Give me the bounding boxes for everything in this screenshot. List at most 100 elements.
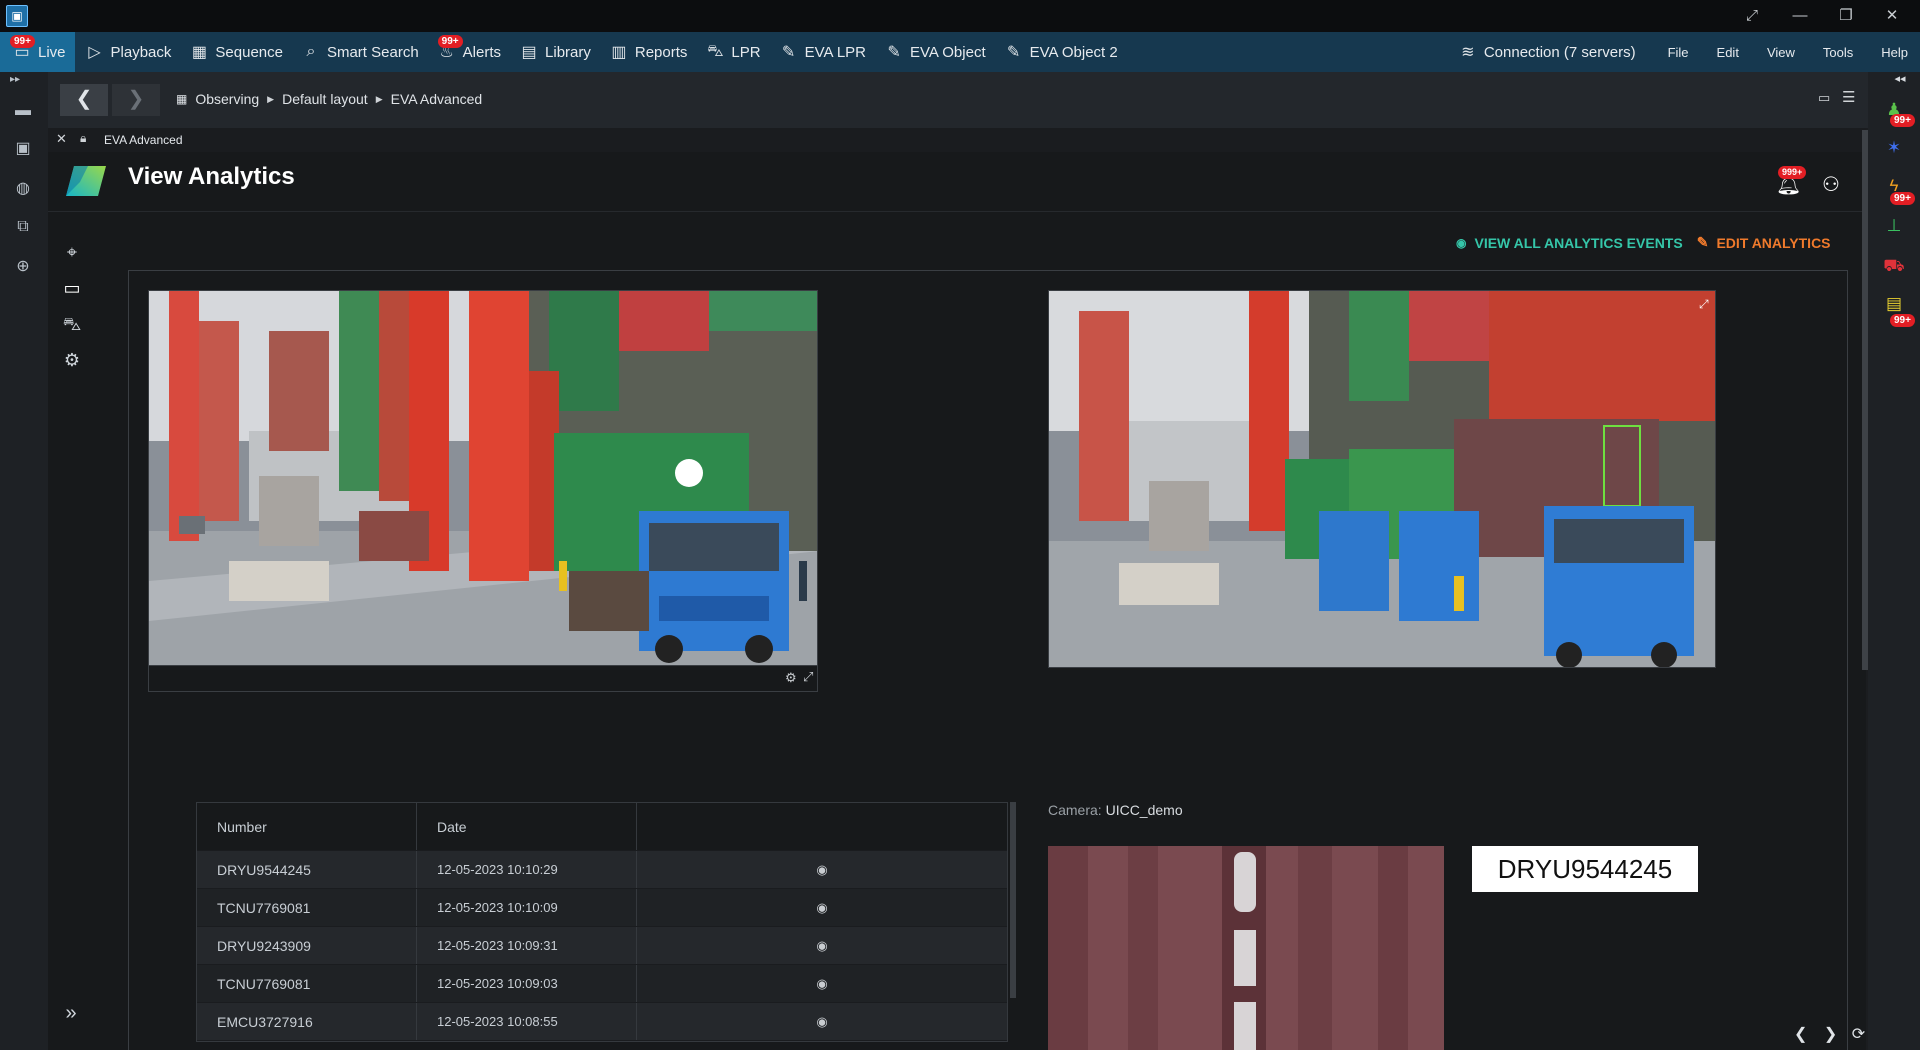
menu-help[interactable]: Help: [1867, 45, 1920, 60]
edit-icon: ✎: [887, 44, 901, 61]
camera-list-icon[interactable]: ▣: [10, 138, 36, 160]
expand-rail-icon[interactable]: ▸▸: [2, 74, 28, 96]
video-settings-icon[interactable]: ⚙: [785, 670, 797, 686]
menu-alerts[interactable]: ♨ 99+ Alerts: [428, 32, 510, 72]
port-scene-image: [149, 291, 817, 665]
col-date-header[interactable]: Date: [417, 803, 637, 850]
reports-icon: ▥: [611, 44, 627, 61]
connection-label: Connection (7 servers): [1483, 43, 1636, 61]
fullscreen-button[interactable]: ⤢: [1732, 4, 1772, 28]
col-number-header[interactable]: Number: [197, 803, 417, 850]
person-badge: 99+: [1890, 114, 1915, 127]
table-scrollbar[interactable]: [1010, 802, 1016, 998]
main-scrollbar[interactable]: [1862, 130, 1868, 670]
vehicle-icon[interactable]: ⛟: [1882, 256, 1906, 280]
view-all-analytics-events-link[interactable]: ◉ VIEW ALL ANALYTICS EVENTS: [1456, 235, 1683, 251]
menu-library[interactable]: ▤ Library: [510, 32, 600, 72]
table-row[interactable]: TCNU7769081 12-05-2023 10:10:09 ◉: [197, 889, 1007, 927]
live-video-feed[interactable]: [148, 290, 818, 666]
back-button[interactable]: ❮: [60, 84, 108, 116]
menu-eva-lpr[interactable]: ✎ EVA LPR: [770, 32, 875, 72]
collapse-rail-icon[interactable]: ◂◂: [1888, 72, 1912, 96]
menu-lpr-label: LPR: [731, 43, 761, 61]
view-eye-icon[interactable]: ◉: [637, 889, 1007, 926]
crumb-default-layout[interactable]: Default layout: [282, 91, 368, 107]
menu-reports[interactable]: ▥ Reports: [600, 32, 697, 72]
view-eye-icon[interactable]: ◉: [637, 927, 1007, 964]
globe-icon[interactable]: ◍: [10, 178, 36, 200]
plate-crop-picture: [1048, 846, 1444, 1050]
user-account-icon[interactable]: ⚇: [1822, 172, 1840, 197]
crumb-observing[interactable]: Observing: [195, 91, 259, 107]
menu-lpr[interactable]: ⛍ LPR: [696, 32, 769, 72]
bus-nav-icon[interactable]: ▭: [61, 278, 83, 300]
menu-view[interactable]: View: [1753, 45, 1809, 60]
camera-name: UICC_demo: [1105, 802, 1183, 818]
video-toolbar: ⚙ ⤢: [148, 666, 818, 692]
menu-eva-object[interactable]: ✎ EVA Object: [875, 32, 995, 72]
menu-playback[interactable]: ▷ Playback: [75, 32, 181, 72]
layouts-icon[interactable]: ⧉: [10, 218, 36, 240]
forward-button[interactable]: ❯: [112, 84, 160, 116]
col-action-header: [637, 803, 1007, 850]
table-row[interactable]: DRYU9243909 12-05-2023 10:09:31 ◉: [197, 927, 1007, 965]
view-eye-icon[interactable]: ◉: [637, 1003, 1007, 1040]
edit-analytics-link[interactable]: ✎ EDIT ANALYTICS: [1697, 234, 1831, 251]
layout-switch-icon[interactable]: ▭: [1818, 90, 1830, 106]
menu-eva-object-2[interactable]: ✎ EVA Object 2: [995, 32, 1127, 72]
crumb-eva-advanced[interactable]: EVA Advanced: [391, 91, 483, 107]
analytics-content: View Analytics 🔔︎ 999+ ⚇ ⌖ ▭ ⛍ ⚙ » ◉ VIE…: [48, 152, 1866, 1050]
app-header: View Analytics 🔔︎ 999+ ⚇: [48, 152, 1866, 212]
tab-close-button[interactable]: ✕: [56, 131, 67, 147]
menu-eva-lpr-label: EVA LPR: [804, 43, 867, 61]
star-icon[interactable]: ✶: [1882, 138, 1906, 162]
pencil-icon: ✎: [1696, 234, 1709, 250]
video-fullscreen-icon[interactable]: ⤢: [803, 669, 813, 685]
menu-file[interactable]: File: [1654, 45, 1703, 60]
web-icon[interactable]: ⊕: [10, 256, 36, 278]
panel-tab-strip: ✕ 🔒︎ EVA Advanced: [48, 128, 1866, 152]
refresh-icon[interactable]: ⟳: [1852, 1026, 1865, 1043]
breadcrumb: ▦ Observing ▶ Default layout ▶ EVA Advan…: [176, 91, 482, 107]
server-icon[interactable]: ▬: [10, 102, 36, 124]
connection-button[interactable]: ≋ Connection (7 servers): [1449, 32, 1654, 72]
minimize-button[interactable]: —: [1780, 4, 1820, 28]
menu-eva-object-2-label: EVA Object 2: [1029, 43, 1118, 61]
view-eye-icon[interactable]: ◉: [637, 851, 1007, 888]
list-menu-icon[interactable]: ☰: [1842, 88, 1855, 106]
restore-button[interactable]: ❐: [1826, 4, 1866, 28]
next-page-icon[interactable]: ❯: [1824, 1026, 1837, 1043]
crosshair-icon[interactable]: ⌖: [61, 242, 83, 264]
close-window-button[interactable]: ✕: [1872, 4, 1912, 28]
menu-smart-search[interactable]: ⌕ Smart Search: [292, 32, 428, 72]
car-icon: ⛍: [707, 43, 724, 60]
menu-live[interactable]: ▭ 99+ Live: [0, 32, 75, 72]
table-row[interactable]: EMCU3727916 12-05-2023 10:08:55 ◉: [197, 1003, 1007, 1041]
table-header: Number Date: [197, 803, 1007, 851]
barrier-icon[interactable]: ⊥: [1882, 216, 1906, 240]
smart-search-icon: ⌕: [306, 43, 316, 60]
event-snapshot[interactable]: ⤢: [1048, 290, 1716, 668]
prev-page-icon[interactable]: ❮: [1794, 1026, 1807, 1043]
table-row[interactable]: TCNU7769081 12-05-2023 10:09:03 ◉: [197, 965, 1007, 1003]
table-row[interactable]: DRYU9544245 12-05-2023 10:10:29 ◉: [197, 851, 1007, 889]
app-logo-icon: ▣: [6, 5, 28, 27]
left-rail: ▸▸ ▬ ▣ ◍ ⧉ ⊕: [0, 72, 48, 1050]
view-all-label: VIEW ALL ANALYTICS EVENTS: [1474, 234, 1683, 251]
plate-number: TCNU7769081: [197, 889, 417, 926]
menu-reports-label: Reports: [634, 43, 688, 61]
menu-tools[interactable]: Tools: [1809, 45, 1867, 60]
settings-gear-icon[interactable]: ⚙: [61, 350, 83, 372]
edit-analytics-label: EDIT ANALYTICS: [1716, 234, 1831, 251]
event-date: 12-05-2023 10:08:55: [417, 1003, 637, 1040]
menu-sequence[interactable]: ▦ Sequence: [180, 32, 292, 72]
snapshot-fullscreen-icon[interactable]: ⤢: [1699, 297, 1709, 312]
main-menu-bar: ▭ 99+ Live ▷ Playback ▦ Sequence ⌕ Smart…: [0, 32, 1920, 72]
view-eye-icon[interactable]: ◉: [637, 965, 1007, 1002]
car-nav-icon[interactable]: ⛍: [61, 314, 83, 336]
edit-icon: ✎: [1006, 44, 1021, 61]
plate-number: DRYU9243909: [197, 927, 417, 964]
expand-nav-icon[interactable]: »: [60, 1002, 82, 1024]
menu-edit[interactable]: Edit: [1703, 45, 1753, 60]
lock-icon[interactable]: 🔒︎: [80, 131, 86, 146]
